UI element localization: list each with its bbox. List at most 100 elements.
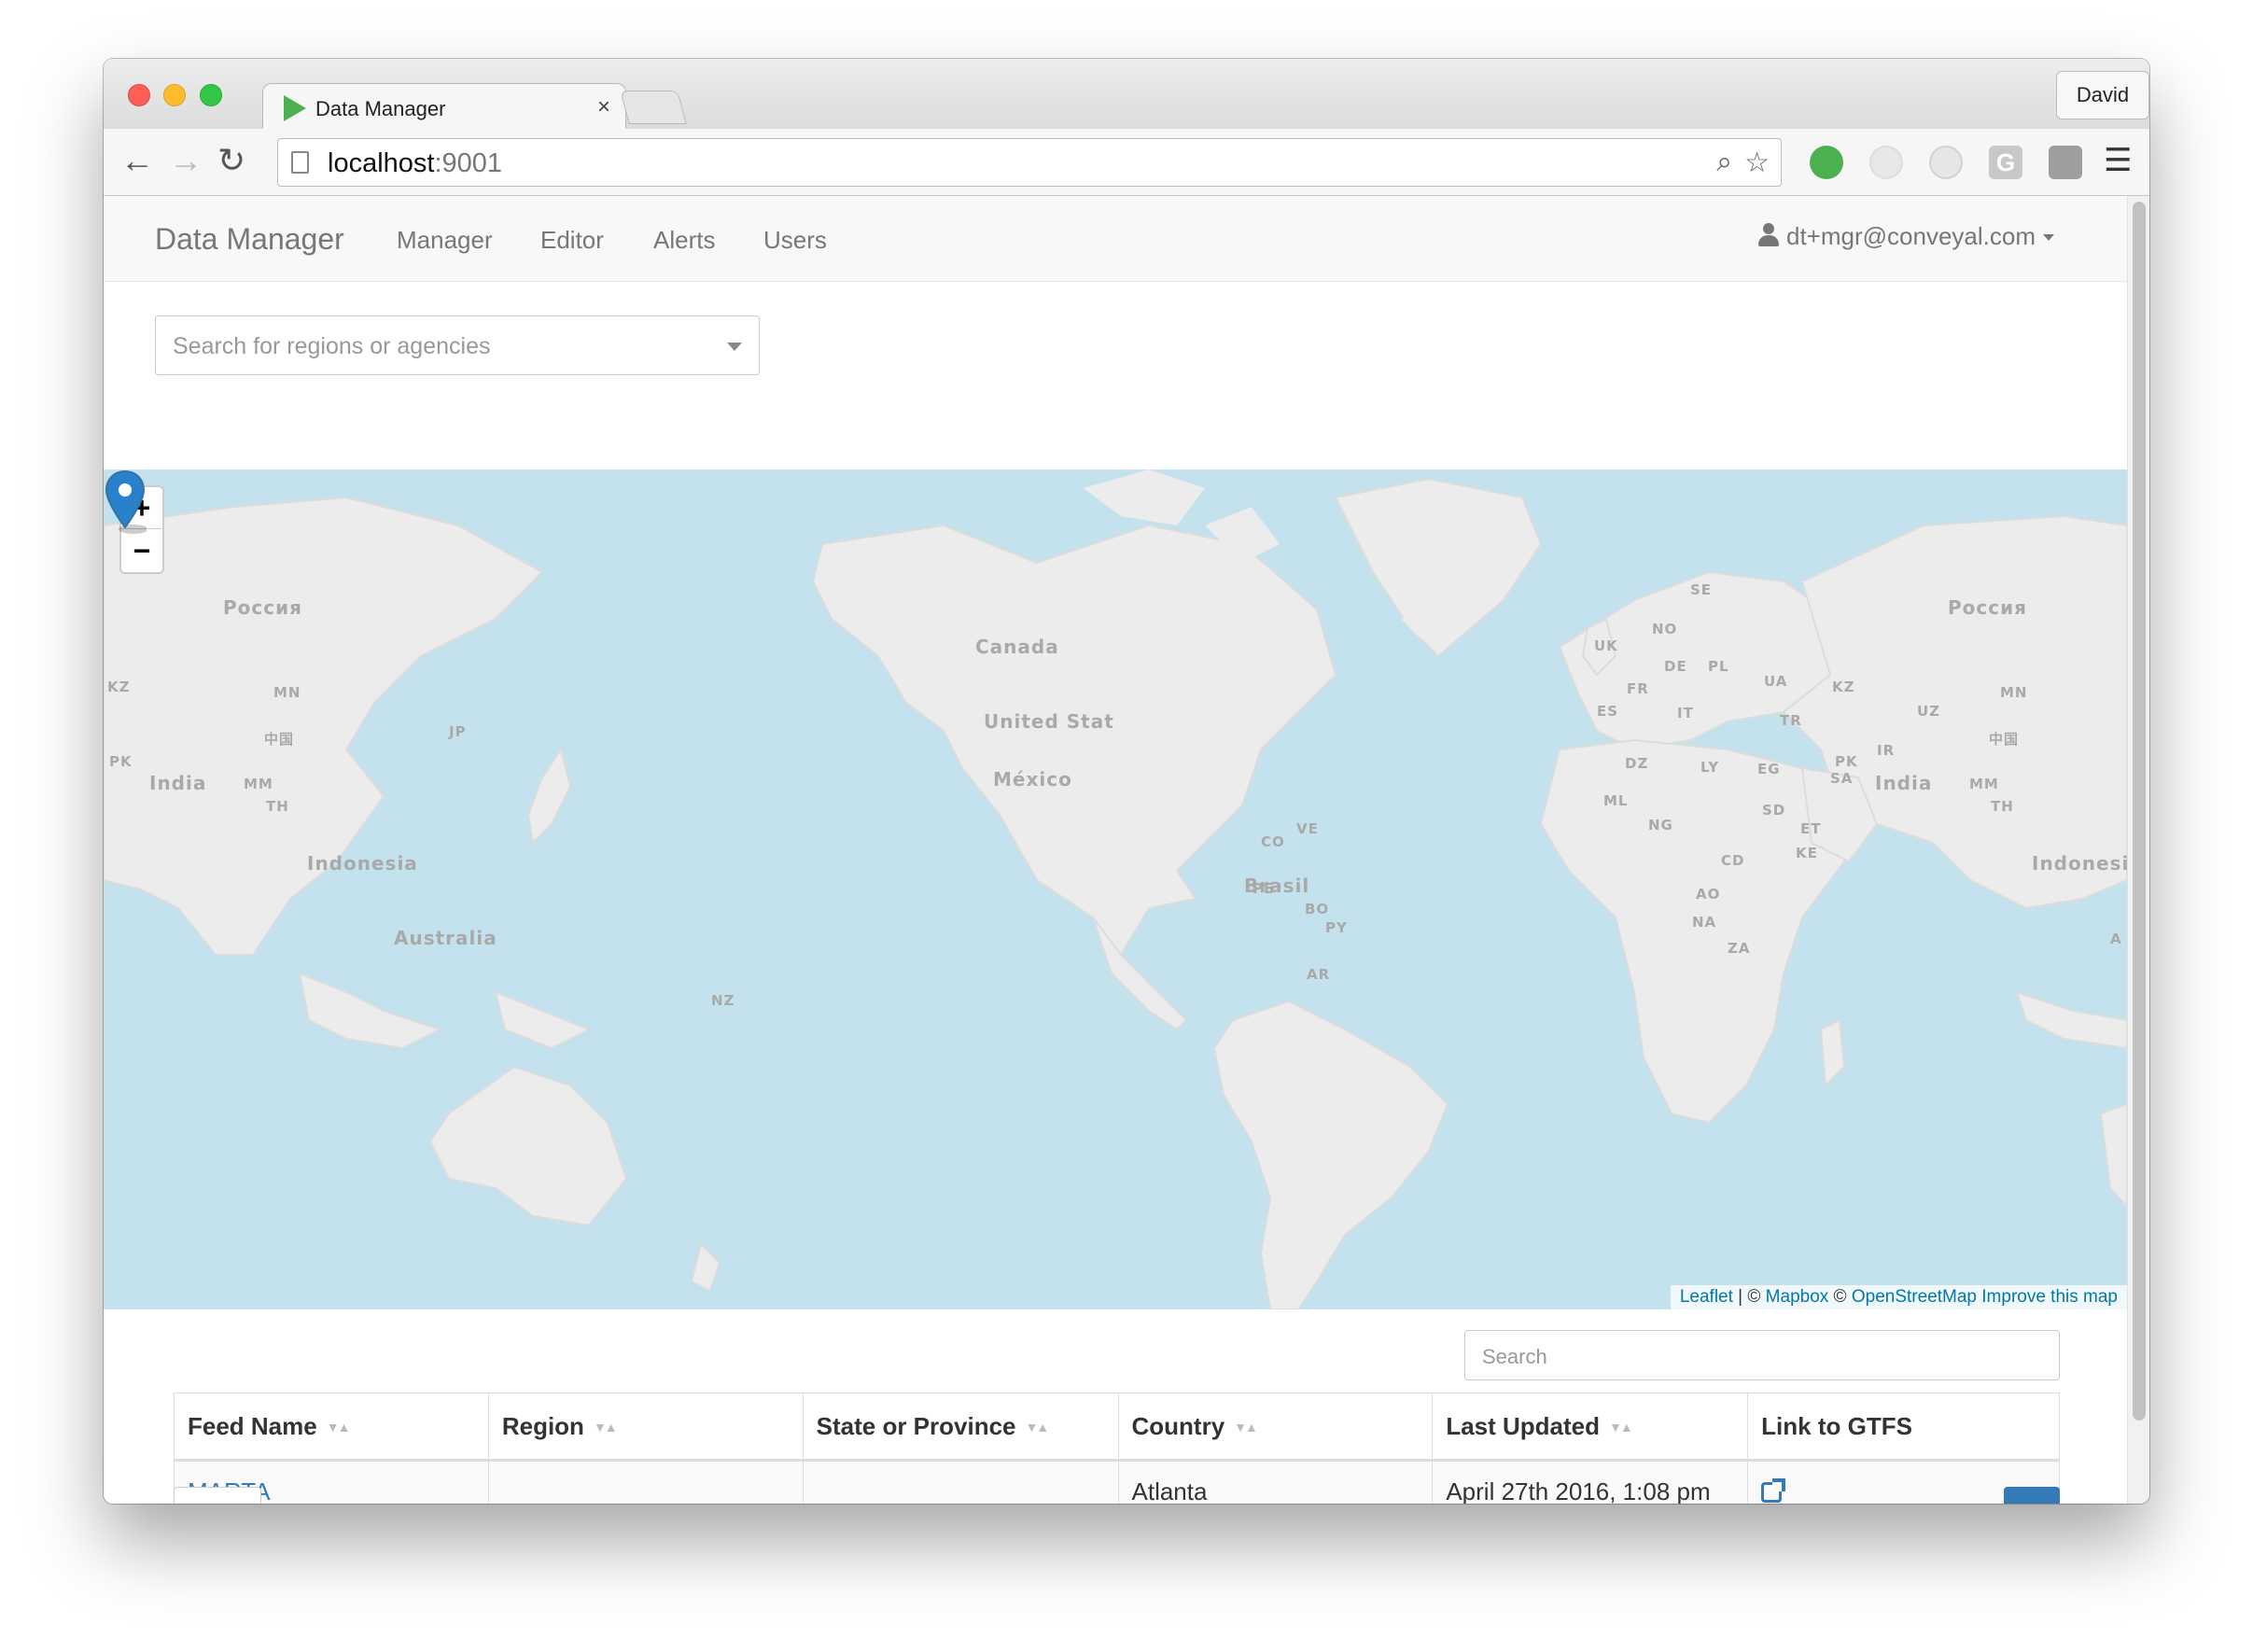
extension-icon[interactable] [1869, 146, 1903, 179]
nav-alerts[interactable]: Alerts [653, 226, 715, 255]
external-link-icon[interactable] [1761, 1477, 1786, 1503]
map-label-a: A [2110, 931, 2122, 947]
title-bar: Data Manager × David [104, 59, 2149, 132]
nav-users[interactable]: Users [763, 226, 827, 255]
sort-icon: ▼▲ [1234, 1419, 1258, 1435]
table-row: MARTA Atlanta April 27th 2016, 1:08 pm [174, 1460, 2060, 1504]
reload-icon[interactable]: ↻ [217, 142, 245, 179]
map-label-pk: PK [109, 753, 133, 770]
map-label-uz: UZ [1917, 703, 1941, 720]
column-header-feed-name[interactable]: Feed Name ▼▲ [174, 1393, 489, 1462]
map-label-ly: LY [1700, 759, 1720, 776]
map-label-ua: UA [1764, 673, 1788, 690]
map-label-th: TH [266, 798, 289, 815]
map-marker-icon[interactable] [104, 469, 147, 535]
improve-map-link[interactable]: Improve this map [1981, 1287, 2118, 1307]
new-tab-button[interactable] [620, 91, 687, 124]
user-email: dt+mgr@conveyal.com [1786, 222, 2036, 250]
map-label-no: NO [1652, 621, 1678, 637]
page-scrollbar[interactable] [2127, 196, 2149, 1504]
sort-icon: ▼▲ [1025, 1419, 1050, 1435]
hangouts-extension-icon[interactable] [1810, 146, 1843, 179]
column-header-country[interactable]: Country ▼▲ [1117, 1393, 1434, 1462]
address-bar[interactable]: localhost:9001 ⌕ ☆ [277, 138, 1782, 187]
map-label-na: NA [1692, 914, 1717, 931]
map-label-za: ZA [1728, 940, 1751, 957]
scrollbar-thumb[interactable] [2133, 202, 2146, 1421]
last-updated-cell: April 27th 2016, 1:08 pm [1432, 1460, 1749, 1504]
forward-arrow-icon[interactable]: → [169, 142, 203, 179]
close-window-button[interactable] [128, 84, 150, 106]
table-search-input[interactable]: Search [1464, 1330, 2060, 1380]
map-label-sd: SD [1762, 802, 1786, 819]
map-label-sa: SA [1830, 770, 1854, 787]
sort-icon: ▼▲ [593, 1419, 618, 1435]
nav-editor[interactable]: Editor [540, 226, 604, 255]
map-label-mn: MN [2000, 684, 2028, 701]
profile-button[interactable]: David [2056, 71, 2149, 119]
nav-manager[interactable]: Manager [397, 226, 493, 255]
map-label-uk: UK [1594, 637, 1618, 654]
page-icon [291, 151, 309, 174]
map-label-ke: KE [1796, 845, 1818, 861]
search-icon[interactable]: ⌕ [1716, 147, 1732, 178]
map-label-indonesia: Indonesia [2032, 852, 2127, 875]
bookmark-star-icon[interactable]: ☆ [1744, 147, 1770, 179]
map-label-united-states: United Stat [984, 710, 1114, 733]
browser-tab[interactable]: Data Manager × [262, 83, 626, 132]
region-cell [487, 1460, 804, 1504]
map-label-eg: EG [1757, 761, 1781, 777]
map-label-th: TH [1991, 798, 2014, 815]
map-label-py: PY [1325, 919, 1348, 936]
map-label-fr: FR [1627, 680, 1649, 697]
app-navbar: Data Manager Manager Editor Alerts Users… [104, 196, 2127, 282]
map-label-kz: KZ [1832, 679, 1855, 695]
map-label-nz: NZ [711, 992, 735, 1009]
feeds-table: Feed Name ▼▲ Region ▼▲ State or Province ▼▲… [174, 1393, 2060, 1504]
extension-icon[interactable] [2049, 146, 2082, 179]
tab-close-icon[interactable]: × [597, 94, 610, 120]
map-label-ir: IR [1877, 742, 1896, 759]
map-label-canada: Canada [975, 636, 1059, 658]
browser-toolbar: ← → ↻ localhost:9001 ⌕ ☆ G ☰ [104, 129, 2149, 196]
hamburger-menu-icon[interactable]: ☰ [2104, 142, 2132, 179]
back-arrow-icon[interactable]: ← [120, 142, 154, 179]
attribution-separator: | © [1732, 1287, 1766, 1307]
osm-link[interactable]: OpenStreetMap [1852, 1287, 1977, 1307]
map-label-es: ES [1597, 703, 1619, 720]
user-menu-dropdown[interactable]: dt+mgr@conveyal.com [1758, 222, 2054, 251]
map-view[interactable]: Россия Россия Canada United Stat México … [104, 469, 2127, 1309]
map-label-se: SE [1690, 581, 1713, 598]
column-header-region[interactable]: Region ▼▲ [487, 1393, 804, 1462]
zoom-window-button[interactable] [200, 84, 222, 106]
map-label-pe: PE [1252, 880, 1275, 897]
map-label-mm: MM [1969, 776, 1999, 792]
map-label-mexico: México [993, 768, 1072, 791]
extension-icon[interactable] [1929, 146, 1963, 179]
map-label-ao: AO [1696, 886, 1721, 903]
g-extension-icon[interactable]: G [1989, 146, 2022, 179]
map-label-cd: CD [1721, 852, 1745, 869]
mapbox-link[interactable]: Mapbox [1766, 1287, 1829, 1307]
minimize-window-button[interactable] [163, 84, 186, 106]
region-search-placeholder: Search for regions or agencies [173, 333, 491, 359]
map-label-ar: AR [1307, 966, 1331, 983]
map-label-mn: MN [273, 684, 301, 701]
state-cell [802, 1460, 1119, 1504]
brand-link[interactable]: Data Manager [155, 222, 344, 257]
pagination-button[interactable] [2004, 1487, 2060, 1504]
leaflet-link[interactable]: Leaflet [1680, 1287, 1733, 1307]
page-size-dropdown[interactable] [174, 1487, 261, 1504]
zoom-out-button[interactable]: − [121, 530, 162, 572]
map-label-co: CO [1261, 833, 1285, 850]
column-header-state[interactable]: State or Province ▼▲ [802, 1393, 1119, 1462]
column-header-last-updated[interactable]: Last Updated ▼▲ [1432, 1393, 1749, 1462]
map-label-pk: PK [1835, 753, 1858, 770]
map-label-india: India [1875, 772, 1933, 794]
map-tiles [104, 469, 2127, 1309]
map-label-jp: JP [449, 723, 467, 740]
dropdown-arrow-icon [727, 343, 742, 351]
table-header-row: Feed Name ▼▲ Region ▼▲ State or Province ▼▲… [174, 1393, 2060, 1462]
attribution-separator: © [1828, 1287, 1852, 1307]
region-search-select[interactable]: Search for regions or agencies [155, 315, 760, 375]
